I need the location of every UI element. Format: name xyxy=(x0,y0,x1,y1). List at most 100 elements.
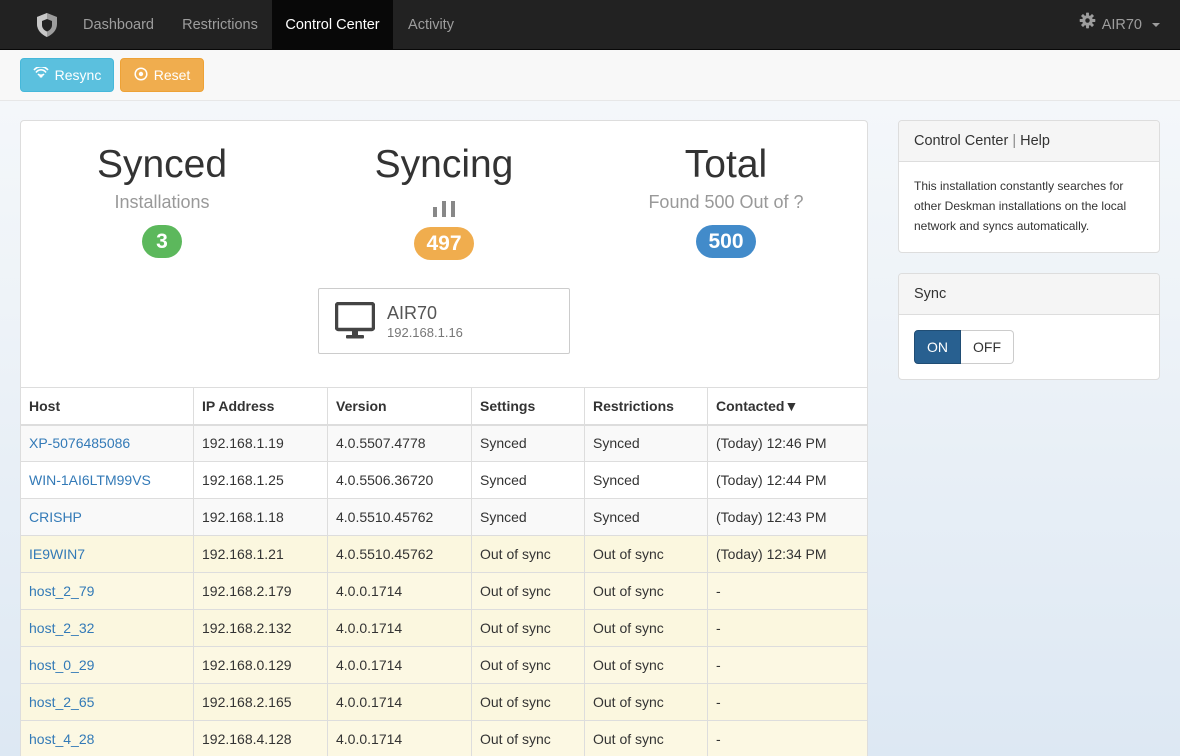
help-panel: Control Center | Help This installation … xyxy=(898,120,1160,253)
table-row[interactable]: host_2_65 192.168.2.165 4.0.0.1714 Out of s… xyxy=(21,683,867,721)
ip-address-cell: 192.168.0.129 xyxy=(193,646,328,684)
nav-control-center[interactable]: Control Center xyxy=(272,0,393,50)
ip-address-cell: 192.168.2.165 xyxy=(193,683,328,721)
host-cell: host_2_32 xyxy=(21,609,194,647)
help-panel-heading: Control Center | Help xyxy=(899,121,1159,162)
ip-address-cell: 192.168.1.19 xyxy=(193,424,328,462)
shield-icon[interactable] xyxy=(32,10,62,40)
syncing-indicator-icon xyxy=(303,195,585,217)
settings-cell: Synced xyxy=(471,498,585,536)
help-panel-separator: | xyxy=(1012,133,1017,149)
settings-cell: Synced xyxy=(471,424,585,462)
total-title: Total xyxy=(684,143,768,186)
column-restrictions[interactable]: Restrictions xyxy=(584,387,708,426)
restrictions-cell: Synced xyxy=(584,424,708,462)
sync-panel-title: Sync xyxy=(899,274,1159,315)
column-host[interactable]: Host xyxy=(21,387,194,426)
host-link[interactable]: host_0_29 xyxy=(29,657,94,673)
synced-stat: Synced Installations 3 xyxy=(21,141,303,258)
restrictions-cell: Synced xyxy=(584,461,708,499)
contacted-cell: - xyxy=(707,646,867,684)
reset-button[interactable]: Reset xyxy=(120,58,204,92)
table-row[interactable]: IE9WIN7 192.168.1.21 4.0.5510.45762 Out of … xyxy=(21,535,867,573)
version-cell: 4.0.0.1714 xyxy=(327,609,472,647)
hosts-table-body: XP-5076485086 192.168.1.19 4.0.5507.4778 Sy… xyxy=(21,424,867,756)
restrictions-cell: Out of sync xyxy=(584,646,708,684)
host-link[interactable]: XP-5076485086 xyxy=(29,435,130,451)
table-row[interactable]: XP-5076485086 192.168.1.19 4.0.5507.4778 Sy… xyxy=(21,424,867,462)
contacted-cell: (Today) 12:43 PM xyxy=(707,498,867,536)
host-cell: host_4_28 xyxy=(21,720,194,756)
user-menu[interactable]: AIR70 xyxy=(1079,0,1160,50)
column-contacted[interactable]: Contacted▼ xyxy=(707,387,867,426)
table-row[interactable]: WIN-1AI6LTM99VS 192.168.1.25 4.0.5506.3672… xyxy=(21,461,867,499)
host-link[interactable]: CRISHP xyxy=(29,509,82,525)
user-name: AIR70 xyxy=(1101,17,1142,33)
ip-address-cell: 192.168.2.132 xyxy=(193,609,328,647)
host-cell: host_2_79 xyxy=(21,572,194,610)
column-version[interactable]: Version xyxy=(327,387,472,426)
restrictions-cell: Out of sync xyxy=(584,572,708,610)
resync-label: Resync xyxy=(54,67,102,83)
version-cell: 4.0.0.1714 xyxy=(327,646,472,684)
ip-address-cell: 192.168.1.25 xyxy=(193,461,328,499)
table-row[interactable]: CRISHP 192.168.1.18 4.0.5510.45762 Synced Sy… xyxy=(21,498,867,536)
hosts-table: Host IP Address Version Settings Restric… xyxy=(21,387,867,756)
synced-title: Synced xyxy=(96,143,228,186)
settings-cell: Out of sync xyxy=(471,720,585,756)
host-link[interactable]: host_2_79 xyxy=(29,583,94,599)
sync-off-button[interactable]: OFF xyxy=(961,330,1014,364)
current-host-name: AIR70 xyxy=(387,303,438,323)
nav-dashboard[interactable]: Dashboard xyxy=(70,0,167,50)
sync-on-button[interactable]: ON xyxy=(914,330,961,364)
synced-subtitle: Installations xyxy=(114,192,210,212)
version-cell: 4.0.5510.45762 xyxy=(327,535,472,573)
table-row[interactable]: host_4_28 192.168.4.128 4.0.0.1714 Out of s… xyxy=(21,720,867,756)
nav-activity[interactable]: Activity xyxy=(394,0,468,50)
column-settings[interactable]: Settings xyxy=(471,387,585,426)
table-header-row: Host IP Address Version Settings Restric… xyxy=(21,387,867,426)
host-cell: XP-5076485086 xyxy=(21,424,194,462)
version-cell: 4.0.0.1714 xyxy=(327,683,472,721)
host-cell: host_0_29 xyxy=(21,646,194,684)
version-cell: 4.0.0.1714 xyxy=(327,720,472,756)
syncing-stat: Syncing 497 xyxy=(303,141,585,260)
settings-cell: Out of sync xyxy=(471,646,585,684)
contacted-cell: (Today) 12:46 PM xyxy=(707,424,867,462)
version-cell: 4.0.5507.4778 xyxy=(327,424,472,462)
contacted-cell: (Today) 12:44 PM xyxy=(707,461,867,499)
sync-panel: Sync ON OFF xyxy=(898,273,1160,380)
host-link[interactable]: IE9WIN7 xyxy=(29,546,85,562)
contacted-cell: - xyxy=(707,720,867,756)
syncing-title: Syncing xyxy=(374,143,514,186)
host-cell: IE9WIN7 xyxy=(21,535,194,573)
version-cell: 4.0.5510.45762 xyxy=(327,498,472,536)
version-cell: 4.0.0.1714 xyxy=(327,572,472,610)
control-center-panel: Synced Installations 3 Syncing 497 Total… xyxy=(20,120,868,756)
gear-icon xyxy=(1079,0,1096,50)
resync-button[interactable]: Resync xyxy=(20,58,114,92)
table-row[interactable]: host_0_29 192.168.0.129 4.0.0.1714 Out of s… xyxy=(21,646,867,684)
host-link[interactable]: host_2_32 xyxy=(29,620,94,636)
host-link[interactable]: host_2_65 xyxy=(29,694,94,710)
signal-icon xyxy=(33,65,49,84)
nav-restrictions[interactable]: Restrictions xyxy=(168,0,272,50)
restrictions-cell: Out of sync xyxy=(584,720,708,756)
settings-cell: Out of sync xyxy=(471,572,585,610)
current-host-ip: 192.168.1.16 xyxy=(387,325,463,340)
settings-cell: Out of sync xyxy=(471,609,585,647)
restrictions-cell: Out of sync xyxy=(584,535,708,573)
chevron-down-icon xyxy=(1152,23,1160,27)
host-link[interactable]: host_4_28 xyxy=(29,731,94,747)
host-cell: host_2_65 xyxy=(21,683,194,721)
settings-cell: Out of sync xyxy=(471,683,585,721)
column-ip-address[interactable]: IP Address xyxy=(193,387,328,426)
help-link[interactable]: Help xyxy=(1020,133,1050,149)
host-cell: CRISHP xyxy=(21,498,194,536)
table-row[interactable]: host_2_79 192.168.2.179 4.0.0.1714 Out of s… xyxy=(21,572,867,610)
version-cell: 4.0.5506.36720 xyxy=(327,461,472,499)
table-row[interactable]: host_2_32 192.168.2.132 4.0.0.1714 Out of s… xyxy=(21,609,867,647)
host-link[interactable]: WIN-1AI6LTM99VS xyxy=(29,472,151,488)
reset-label: Reset xyxy=(153,67,191,83)
sync-toggle: ON OFF xyxy=(914,330,1144,364)
